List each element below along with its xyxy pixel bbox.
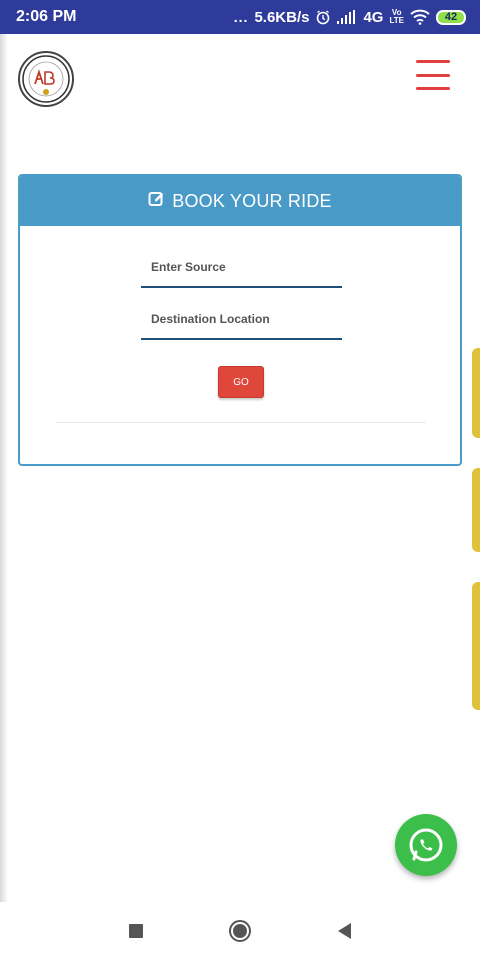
menu-button[interactable] bbox=[416, 60, 450, 90]
booking-card-header: BOOK YOUR RIDE bbox=[20, 176, 460, 226]
wifi-icon bbox=[410, 9, 430, 25]
status-time: 2:06 PM bbox=[16, 8, 77, 25]
network-type: 4G bbox=[363, 8, 384, 26]
home-icon[interactable] bbox=[228, 919, 252, 943]
page-content: BOOK YOUR RIDE GO bbox=[0, 34, 480, 902]
company-logo[interactable] bbox=[18, 51, 74, 107]
destination-input[interactable] bbox=[141, 300, 342, 340]
go-button[interactable]: GO bbox=[218, 366, 264, 398]
side-tab-3[interactable] bbox=[472, 582, 480, 710]
system-nav-bar bbox=[0, 902, 480, 960]
status-bar: 2:06 PM ... 5.6KB/s 4G Vo LTE 42 bbox=[0, 0, 480, 34]
hamburger-icon bbox=[416, 60, 450, 63]
hamburger-icon-bar-2 bbox=[416, 73, 450, 77]
recent-apps-icon[interactable] bbox=[128, 923, 144, 939]
source-input[interactable] bbox=[141, 248, 342, 288]
whatsapp-icon bbox=[409, 828, 443, 862]
back-icon[interactable] bbox=[336, 922, 352, 940]
signal-icon bbox=[337, 10, 357, 24]
whatsapp-button[interactable] bbox=[395, 814, 457, 876]
network-speed: 5.6KB/s bbox=[254, 8, 310, 26]
booking-title: BOOK YOUR RIDE bbox=[172, 190, 332, 211]
status-indicators: ... 5.6KB/s 4G Vo LTE 42 bbox=[234, 9, 466, 26]
booking-card: BOOK YOUR RIDE GO bbox=[18, 174, 462, 466]
edit-icon bbox=[148, 190, 166, 213]
hamburger-icon-bar-3 bbox=[416, 87, 450, 90]
card-divider bbox=[56, 422, 426, 423]
notification-dots: ... bbox=[233, 9, 249, 25]
side-tab-2[interactable] bbox=[472, 468, 480, 552]
alarm-icon bbox=[315, 9, 331, 25]
battery-icon: 42 bbox=[436, 9, 466, 25]
side-tab-1[interactable] bbox=[472, 348, 480, 438]
drawer-edge-shadow bbox=[0, 34, 8, 902]
volte-bottom: LTE bbox=[389, 16, 404, 25]
volte-indicator: Vo LTE bbox=[389, 9, 404, 25]
